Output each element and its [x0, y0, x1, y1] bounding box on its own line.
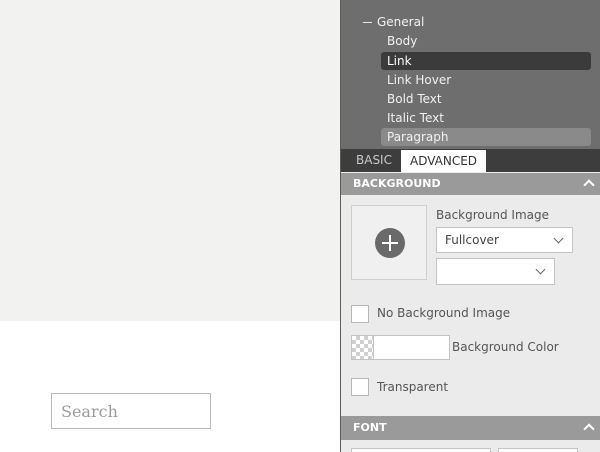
background-color-swatch[interactable]	[351, 335, 374, 360]
chevron-down-icon	[553, 233, 564, 244]
font-family-select[interactable]	[351, 448, 491, 452]
font-size-select[interactable]	[498, 448, 578, 452]
transparent-checkbox[interactable]	[351, 378, 369, 396]
background-image-mode-value: Fullcover	[445, 233, 499, 247]
background-section-header[interactable]: BACKGROUND	[341, 173, 600, 195]
background-image-mode-select[interactable]: Fullcover	[436, 227, 573, 253]
canvas-area	[0, 0, 341, 321]
tree-item-bold-text[interactable]: Bold Text	[381, 90, 591, 108]
search-input[interactable]	[51, 393, 211, 429]
plus-circle-icon[interactable]	[375, 228, 405, 258]
no-background-image-checkbox[interactable]	[351, 305, 369, 323]
font-section-title: FONT	[353, 421, 387, 434]
tree-item-link[interactable]: Link	[381, 52, 591, 70]
chevron-up-icon[interactable]	[583, 179, 595, 191]
chevron-down-icon	[535, 264, 546, 275]
tab-basic[interactable]: BASIC	[347, 149, 401, 172]
tree-item-paragraph[interactable]: Paragraph	[381, 128, 591, 146]
transparent-label: Transparent	[377, 380, 449, 394]
panel-tabs: BASIC ADVANCED	[341, 149, 600, 172]
background-image-preview[interactable]	[351, 205, 427, 280]
canvas-footer	[0, 321, 341, 452]
tree-item-link-hover[interactable]: Link Hover	[381, 71, 591, 89]
background-section-title: BACKGROUND	[353, 177, 441, 190]
tree-item-body[interactable]: Body	[381, 32, 591, 50]
no-background-image-label: No Background Image	[377, 306, 511, 320]
background-position-select[interactable]	[436, 258, 555, 285]
style-tree: General Body Link Link Hover Bold Text I…	[341, 0, 600, 149]
font-section-header[interactable]: FONT	[341, 416, 600, 440]
chevron-up-icon[interactable]	[583, 423, 595, 435]
tree-group-general[interactable]: General	[363, 13, 424, 31]
minus-icon[interactable]	[363, 21, 372, 23]
tree-item-italic-text[interactable]: Italic Text	[381, 109, 591, 127]
tab-advanced[interactable]: ADVANCED	[400, 150, 487, 172]
tree-group-label: General	[377, 15, 425, 29]
background-color-label: Background Color	[452, 340, 559, 354]
style-panel: General Body Link Link Hover Bold Text I…	[340, 0, 600, 452]
background-image-label: Background Image	[436, 208, 549, 222]
background-color-input[interactable]	[374, 335, 450, 360]
